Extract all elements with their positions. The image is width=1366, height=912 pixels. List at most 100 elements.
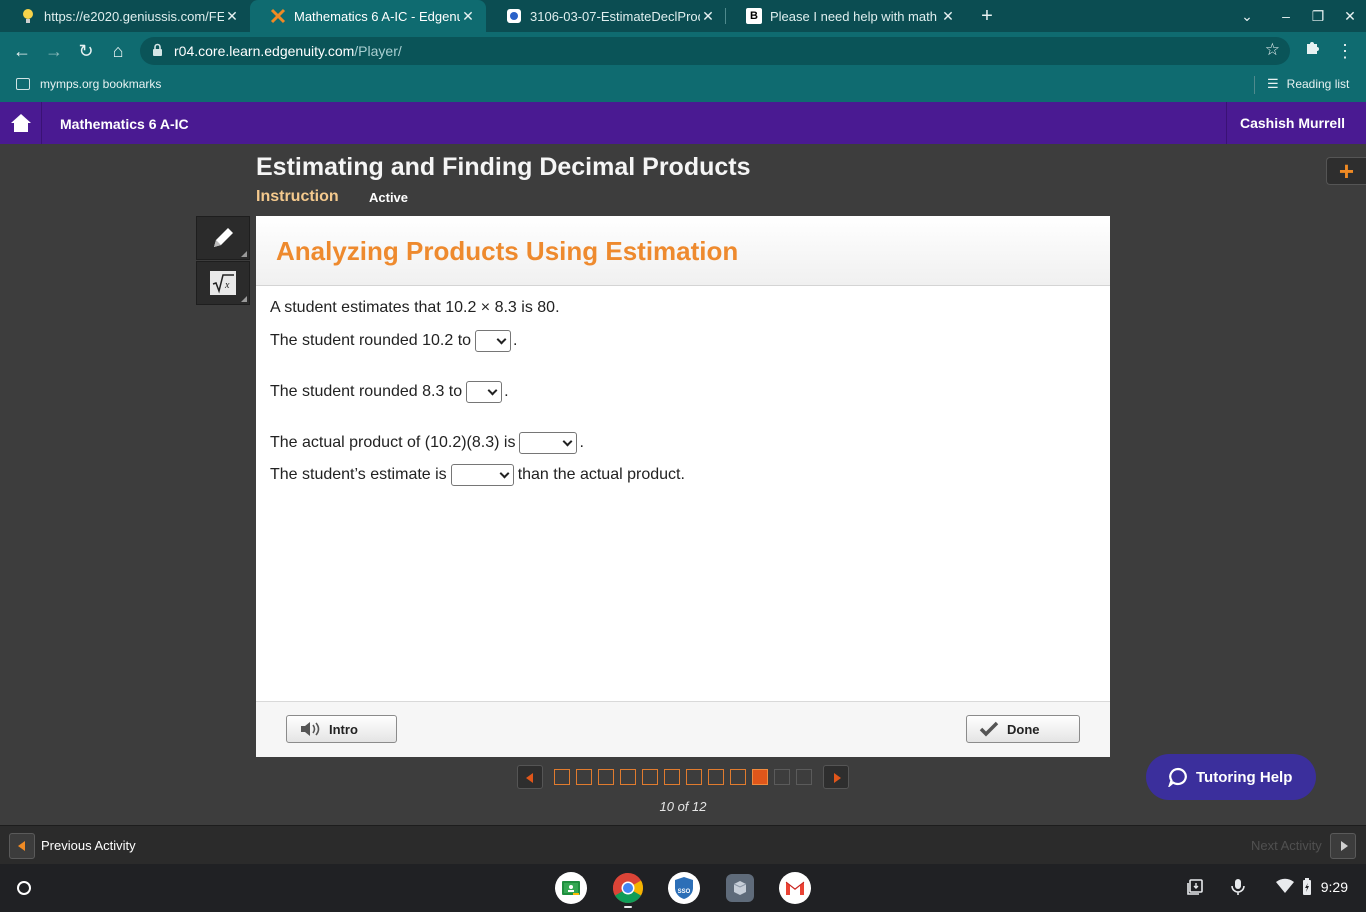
question-row: The student’s estimate is than the actua… xyxy=(270,464,685,486)
lightbulb-icon xyxy=(20,8,36,24)
svg-text:SSO: SSO xyxy=(678,889,691,895)
close-window-icon[interactable]: ✕ xyxy=(1334,0,1366,32)
new-tab-plus-icon[interactable]: + xyxy=(975,4,999,28)
close-tab-icon[interactable]: ✕ xyxy=(224,8,240,25)
forward-arrow-icon[interactable]: → xyxy=(42,39,66,63)
pager-frame-10[interactable] xyxy=(752,769,768,785)
tutoring-help-label: Tutoring Help xyxy=(1196,768,1293,786)
expand-plus-button[interactable]: + xyxy=(1326,157,1366,185)
done-button[interactable]: Done xyxy=(966,715,1080,743)
chat-bubble-icon xyxy=(1168,767,1187,787)
address-bar[interactable]: r04.core.learn.edgenuity.com/Player/ ☆ xyxy=(140,37,1290,65)
chrome-menu-kebab-icon[interactable]: ⋮ xyxy=(1333,39,1357,63)
reading-list-button[interactable]: ☰ Reading list xyxy=(1267,70,1349,98)
google-classroom-icon[interactable] xyxy=(555,872,587,904)
question-suffix: . xyxy=(513,332,518,349)
activity-status: Active xyxy=(369,190,409,205)
restore-window-icon[interactable]: ❐ xyxy=(1302,0,1334,32)
activity-type: Instruction xyxy=(256,188,339,205)
answer-dropdown-4[interactable] xyxy=(450,464,514,486)
intro-button-label: Intro xyxy=(329,721,358,737)
extensions-puzzle-icon[interactable] xyxy=(1300,39,1324,63)
browser-tab-worksheet[interactable]: 3106-03-07-EstimateDeclProduc ✕ xyxy=(486,0,726,32)
system-clock[interactable]: 9:29 xyxy=(1321,879,1348,895)
answer-dropdown-3[interactable] xyxy=(519,432,578,454)
previous-activity-arrow-button[interactable] xyxy=(9,833,35,859)
document-icon xyxy=(506,8,522,24)
next-activity-link[interactable]: Next Activity xyxy=(1251,838,1322,853)
question-text: The student’s estimate is xyxy=(270,466,447,483)
tab-title: Mathematics 6 A-IC - Edgenuity xyxy=(294,8,460,24)
microphone-icon[interactable] xyxy=(1230,878,1246,900)
browser-tab-geniussis[interactable]: https://e2020.geniussis.com/FE ✕ xyxy=(0,0,250,32)
pager-frame-5[interactable] xyxy=(642,769,658,785)
battery-icon[interactable] xyxy=(1302,878,1312,900)
pager-frame-4[interactable] xyxy=(620,769,636,785)
activity-navigation-bar: Previous Activity Next Activity xyxy=(0,825,1366,864)
tab-title: https://e2020.geniussis.com/FE xyxy=(44,8,224,24)
url-text: r04.core.learn.edgenuity.com/Player/ xyxy=(174,43,402,59)
browser-tab-brainly[interactable]: B Please I need help with math pro ✕ xyxy=(726,0,966,32)
wifi-icon[interactable] xyxy=(1276,878,1294,898)
url-host: r04.core.learn.edgenuity.com xyxy=(174,43,355,59)
pencil-tool-button[interactable] xyxy=(196,216,250,260)
previous-frame-button[interactable] xyxy=(517,765,543,789)
holding-space-icon[interactable] xyxy=(1186,878,1204,900)
course-title[interactable]: Mathematics 6 A-IC xyxy=(60,116,189,132)
speaker-icon xyxy=(301,722,320,736)
pager-frame-9[interactable] xyxy=(730,769,746,785)
edgenuity-header: Mathematics 6 A-IC Cashish Murrell xyxy=(0,102,1366,144)
gmail-icon[interactable] xyxy=(779,872,811,904)
user-name[interactable]: Cashish Murrell xyxy=(1226,102,1366,144)
browser-tab-edgenuity[interactable]: Mathematics 6 A-IC - Edgenuity ✕ xyxy=(250,0,486,32)
bookmark-star-icon[interactable]: ☆ xyxy=(1265,40,1280,60)
pager-frame-8[interactable] xyxy=(708,769,724,785)
tab-search-chevron-icon[interactable]: ⌄ xyxy=(1231,0,1263,32)
math-tools-button[interactable]: x xyxy=(196,261,250,305)
pager-frame-2[interactable] xyxy=(576,769,592,785)
tab-divider xyxy=(725,8,726,24)
chromeos-shelf: SSO 9:29 xyxy=(0,864,1366,912)
pager-frame-3[interactable] xyxy=(598,769,614,785)
previous-activity-link[interactable]: Previous Activity xyxy=(41,838,136,853)
square-root-icon: x xyxy=(210,271,236,295)
bookmark-folder[interactable]: mymps.org bookmarks xyxy=(16,70,161,98)
card-footer: Intro Done xyxy=(256,701,1110,757)
answer-dropdown-1[interactable] xyxy=(475,330,512,352)
home-button[interactable] xyxy=(0,102,42,144)
reload-icon[interactable]: ↻ xyxy=(74,39,98,63)
bookmarks-divider xyxy=(1254,76,1255,94)
home-icon[interactable]: ⌂ xyxy=(106,39,130,63)
pager-frame-7[interactable] xyxy=(686,769,702,785)
bookmark-folder-label: mymps.org bookmarks xyxy=(40,77,162,91)
tutoring-help-button[interactable]: Tutoring Help xyxy=(1146,754,1316,800)
reading-list-icon: ☰ xyxy=(1267,76,1279,91)
right-arrow-icon xyxy=(834,773,841,783)
chevron-down-icon xyxy=(499,468,510,479)
back-arrow-icon[interactable]: ← xyxy=(10,39,34,63)
close-tab-icon[interactable]: ✕ xyxy=(460,8,476,25)
lock-icon xyxy=(152,43,166,59)
edgenuity-logo-icon xyxy=(270,8,286,24)
intro-button[interactable]: Intro xyxy=(286,715,397,743)
question-text: The student rounded 10.2 to xyxy=(270,332,472,349)
chrome-icon[interactable] xyxy=(612,872,644,908)
pager-frame-1[interactable] xyxy=(554,769,570,785)
files-icon[interactable] xyxy=(724,872,756,904)
launcher-button[interactable] xyxy=(11,875,37,901)
launcher-circle-icon xyxy=(17,881,31,895)
reading-list-label: Reading list xyxy=(1286,77,1350,91)
close-tab-icon[interactable]: ✕ xyxy=(700,8,716,25)
pager-frame-6[interactable] xyxy=(664,769,680,785)
tab-title: Please I need help with math pro xyxy=(770,8,940,24)
close-tab-icon[interactable]: ✕ xyxy=(940,8,956,25)
chevron-down-icon xyxy=(487,385,498,396)
minimize-window-icon[interactable]: – xyxy=(1270,0,1302,32)
answer-dropdown-2[interactable] xyxy=(466,381,503,403)
chevron-down-icon xyxy=(496,334,507,345)
browser-tab-strip: https://e2020.geniussis.com/FE ✕ Mathema… xyxy=(0,0,1366,32)
bookmarks-bar: mymps.org bookmarks ☰ Reading list xyxy=(0,70,1366,102)
next-frame-button[interactable] xyxy=(823,765,849,789)
next-activity-arrow-button[interactable] xyxy=(1330,833,1356,859)
sso-icon[interactable]: SSO xyxy=(668,872,700,904)
